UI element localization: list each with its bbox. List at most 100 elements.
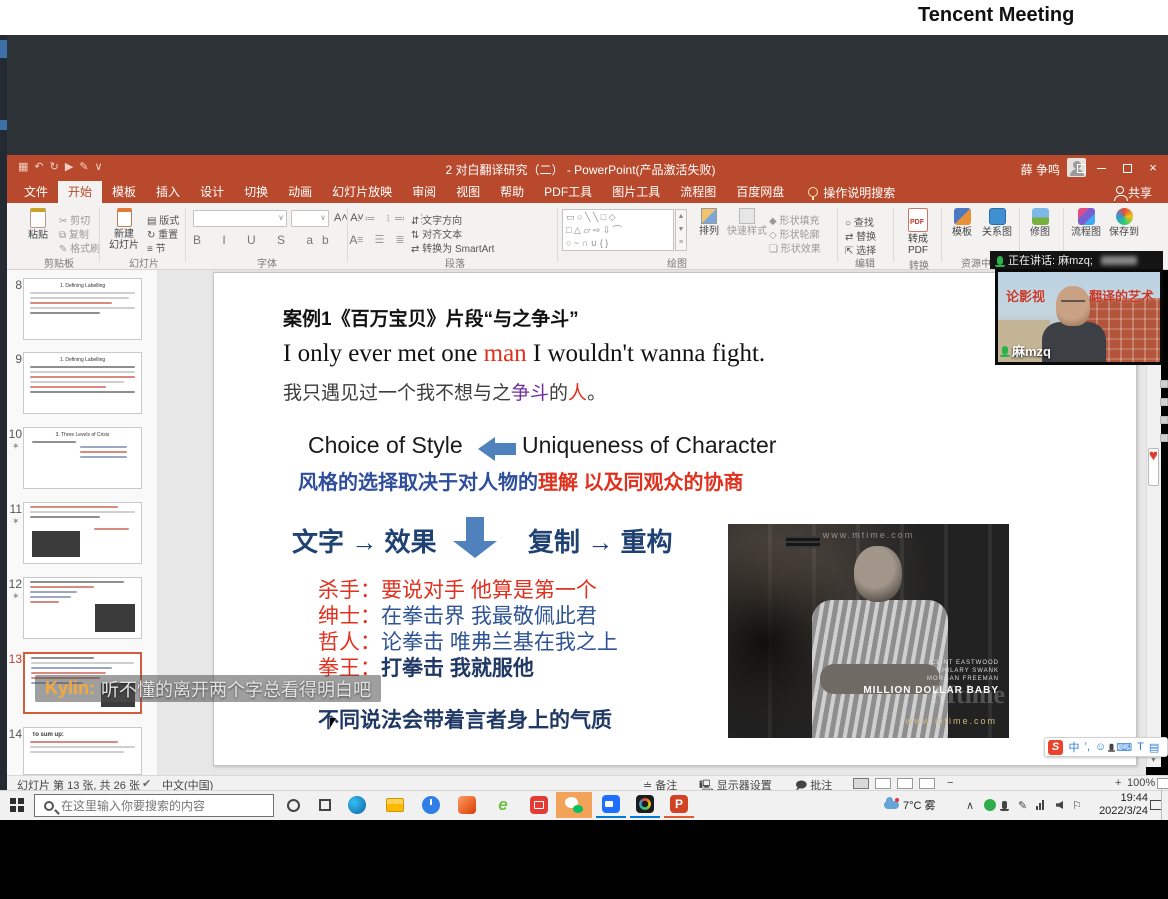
movie-still-image[interactable]: www.mtime.com Mtime CLINT EASTWOOD HILAR… — [728, 524, 1009, 738]
copy-button[interactable]: ⧉ 复制 — [59, 226, 89, 241]
choice-of-style-text[interactable]: Choice of Style — [308, 432, 463, 459]
heart-icon[interactable]: ♥ — [1149, 447, 1158, 464]
share-button[interactable]: 共享 — [1116, 181, 1152, 203]
conclusion-line[interactable]: 不同说法会带着言者身上的气质 — [318, 704, 612, 734]
find-button[interactable]: ○ 查找 — [845, 214, 874, 229]
slide-sorter-view-button[interactable] — [875, 778, 891, 789]
speaker-video-tile[interactable]: 论影视 翻译的艺术 麻mzq — [995, 269, 1163, 365]
taskbar-office[interactable] — [452, 792, 482, 818]
new-slide-button[interactable]: 新建 幻灯片 — [105, 208, 143, 251]
tab-slideshow[interactable]: 幻灯片放映 — [322, 181, 402, 203]
tray-network[interactable] — [1036, 792, 1044, 818]
taskbar-powerpoint[interactable]: P — [664, 792, 694, 818]
tell-me-search[interactable]: 操作说明搜索 — [808, 181, 895, 203]
taskbar-clock-app[interactable] — [416, 792, 446, 818]
tab-design[interactable]: 设计 — [190, 181, 234, 203]
show-desktop-button[interactable] — [1161, 790, 1168, 820]
thumbnail-slide-10[interactable]: 3. Three Levels of Crisis — [23, 427, 142, 489]
taskbar-red-app[interactable] — [524, 792, 554, 818]
keyboard-icon[interactable]: ⌨ — [1116, 741, 1132, 754]
tray-antivirus[interactable] — [984, 792, 996, 818]
taskbar-edge[interactable] — [342, 792, 372, 818]
uniqueness-text[interactable]: Uniqueness of Character — [522, 432, 776, 459]
taskbar-wechat-active[interactable] — [556, 792, 592, 818]
tab-insert[interactable]: 插入 — [146, 181, 190, 203]
tray-pen[interactable]: ✎ — [1018, 792, 1027, 818]
tab-transitions[interactable]: 切换 — [234, 181, 278, 203]
normal-view-button[interactable] — [853, 778, 869, 789]
tab-review[interactable]: 审阅 — [402, 181, 446, 203]
cut-button[interactable]: ✂ 剪切 — [59, 212, 90, 227]
shape-gallery-scroll[interactable]: ▲▼≡ — [675, 209, 687, 251]
quick-styles-button[interactable]: 快速样式 — [727, 208, 767, 237]
sogou-input-toolbar[interactable]: S 中 ’, ☺ ⌨ T ▤ — [1044, 737, 1168, 757]
chinese-mode-icon[interactable]: 中 — [1069, 739, 1080, 755]
layout-button[interactable]: ▤ 版式 — [147, 212, 179, 227]
text-direction-button[interactable]: ⇵ 文字方向 — [411, 212, 462, 227]
section-button[interactable]: ≡ 节 — [147, 240, 166, 255]
slide-english-line[interactable]: I only ever met one man I wouldn't wanna… — [283, 340, 765, 368]
reset-button[interactable]: ↻ 重置 — [147, 226, 178, 241]
slide-title[interactable]: 案例1《百万宝贝》片段“与之争斗” — [283, 304, 579, 331]
weather-widget[interactable]: 7°C 雾 — [884, 792, 936, 818]
tray-expand-icon[interactable]: ∧ — [966, 792, 974, 818]
shape-outline-button[interactable]: ◇ 形状轮廓 — [769, 226, 819, 241]
convert-pdf-button[interactable]: 转成 PDF — [901, 208, 935, 256]
shape-fill-button[interactable]: ◆ 形状填充 — [769, 212, 819, 227]
smartart-button[interactable]: ⇄ 转换为 SmartArt — [411, 240, 494, 255]
taskbar-meeting-app[interactable] — [596, 792, 626, 818]
tab-picture-tools[interactable]: 图片工具 — [602, 181, 670, 203]
cortana-button[interactable] — [278, 792, 308, 818]
emoji-icon[interactable]: ☺ — [1095, 741, 1106, 753]
scroll-down-icon[interactable]: ▼ — [678, 226, 685, 233]
font-style-buttons[interactable]: B I U S ab A — [193, 233, 366, 247]
tray-volume[interactable] — [1056, 792, 1063, 818]
paste-button[interactable]: 粘贴 — [21, 208, 55, 241]
principle-line[interactable]: 风格的选择取决于对人物的理解 以及同观众的协商 — [298, 466, 744, 495]
thumbnail-slide-12[interactable] — [23, 577, 142, 639]
zoom-in-button[interactable]: + — [1115, 777, 1121, 789]
skin-icon[interactable]: T — [1137, 741, 1144, 753]
reading-view-button[interactable] — [897, 778, 913, 789]
diagram-button[interactable]: 关系图 — [979, 208, 1015, 238]
thumbnail-slide-11[interactable] — [23, 502, 142, 564]
arrange-button[interactable]: 排列 — [693, 208, 725, 237]
punctuation-icon[interactable]: ’, — [1085, 741, 1091, 753]
retouch-button[interactable]: 修图 — [1025, 208, 1055, 238]
formula-right[interactable]: 复制 → 重构 — [528, 522, 672, 559]
zoom-out-button[interactable]: − — [947, 777, 953, 789]
toolbox-icon[interactable]: ▤ — [1149, 741, 1159, 754]
search-input[interactable] — [61, 799, 251, 813]
tab-view[interactable]: 视图 — [446, 181, 490, 203]
close-button[interactable]: × — [1138, 155, 1168, 181]
font-name-combobox[interactable] — [193, 210, 287, 227]
fit-to-window-button[interactable] — [1157, 778, 1168, 789]
flowchart-button[interactable]: 流程图 — [1069, 208, 1103, 238]
tab-help[interactable]: 帮助 — [490, 181, 534, 203]
task-view-button[interactable] — [310, 792, 340, 818]
sogou-logo-icon[interactable]: S — [1048, 740, 1063, 755]
template-button[interactable]: 模板 — [947, 208, 977, 238]
save-to-button[interactable]: 保存到 — [1107, 208, 1141, 238]
tab-file[interactable]: 文件 — [14, 181, 58, 203]
shape-effects-button[interactable]: ❏ 形状效果 — [769, 240, 821, 255]
down-block-arrow[interactable] — [453, 517, 497, 561]
voice-input-icon[interactable] — [1109, 744, 1113, 750]
taskbar-search[interactable] — [34, 794, 274, 817]
formula-left[interactable]: 文字 → 效果 — [292, 522, 436, 559]
slide-chinese-line[interactable]: 我只遇见过一个我不想与之争斗的人。 — [283, 378, 606, 405]
thumbnail-slide-9[interactable]: 1. Defining Labelling — [23, 352, 142, 414]
taskbar-explorer[interactable] — [380, 792, 410, 818]
taskbar-clock[interactable]: 19:442022/3/24 — [1086, 792, 1148, 818]
thumbnail-slide-8[interactable]: 1. Defining Labelling — [23, 278, 142, 340]
align-buttons[interactable]: ≡ ☰ ≣ — [357, 233, 409, 246]
scroll-up-icon[interactable]: ▲ — [678, 213, 685, 220]
align-text-button[interactable]: ⇅ 对齐文本 — [411, 226, 462, 241]
font-size-combobox[interactable] — [291, 210, 329, 227]
shape-gallery[interactable]: ▭ ○ ╲ ╲ □ ◇ □ △ ▱ ⇨ ⇩ ⌒ ○ ~ ∩ ∪ { } — [562, 209, 674, 251]
tab-home[interactable]: 开始 — [58, 181, 102, 203]
account-name[interactable]: 薛 争鸣 — [1021, 161, 1060, 178]
tab-template[interactable]: 模板 — [102, 181, 146, 203]
taskbar-ie[interactable]: e — [488, 792, 518, 818]
format-painter-button[interactable]: ✎ 格式刷 — [59, 240, 100, 255]
